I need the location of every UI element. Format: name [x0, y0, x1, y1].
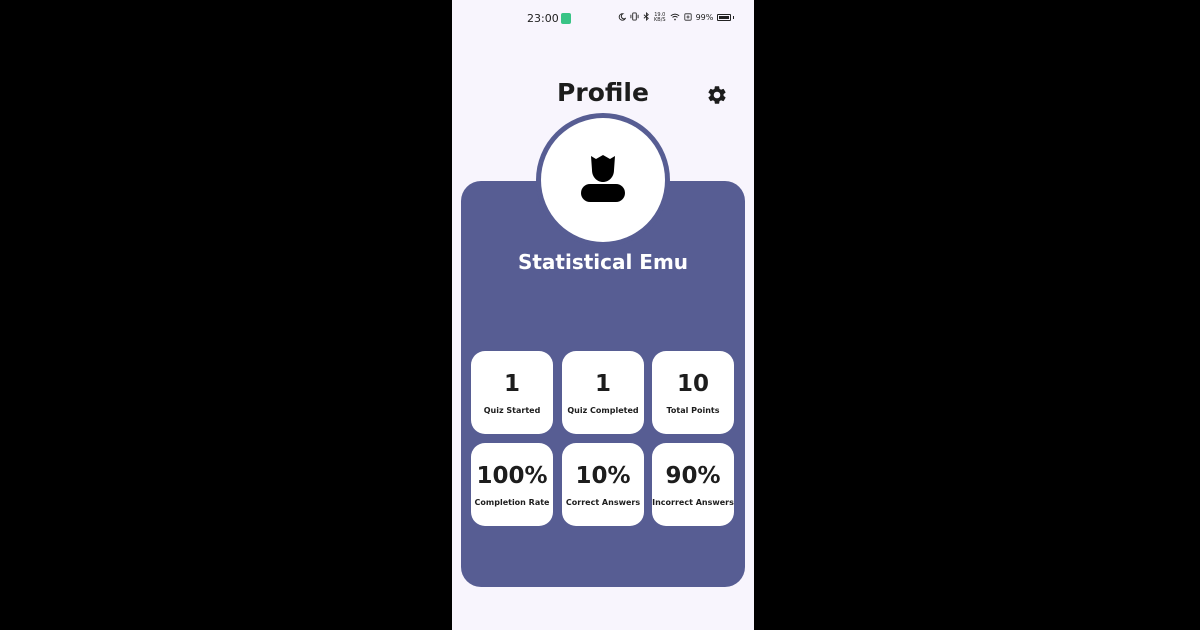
stat-value: 90% [665, 463, 721, 489]
battery-saver-icon [683, 12, 692, 23]
bluetooth-icon [643, 11, 650, 23]
vibrate-icon [630, 12, 639, 23]
stat-tile-incorrect-answers: 90% Incorrect Answers [652, 443, 734, 526]
stat-tile-total-points: 10 Total Points [652, 351, 734, 434]
network-speed: 19.0 KB/S [654, 12, 666, 23]
stat-tile-correct-answers: 10% Correct Answers [562, 443, 644, 526]
stat-label: Quiz Completed [567, 406, 639, 415]
stat-label: Incorrect Answers [652, 498, 734, 507]
status-icons: 19.0 KB/S 99% [618, 11, 735, 23]
stat-value: 1 [594, 371, 611, 397]
stat-value: 10 [676, 371, 709, 397]
stat-label: Total Points [666, 406, 720, 415]
stat-value: 100% [476, 463, 548, 489]
stat-tile-completion-rate: 100% Completion Rate [471, 443, 553, 526]
moon-icon [618, 12, 627, 23]
app-notification-icon [561, 13, 571, 24]
stat-tile-quiz-completed: 1 Quiz Completed [562, 351, 644, 434]
user-icon [581, 155, 625, 202]
status-time: 23:00 [527, 12, 559, 25]
status-bar: 23:00 19.0 KB/S 99% [452, 0, 754, 38]
stat-label: Correct Answers [565, 498, 641, 507]
battery-icon [717, 14, 735, 21]
phone-screen: 23:00 19.0 KB/S 99% Profile Statistical … [452, 0, 754, 630]
stat-value: 10% [575, 463, 631, 489]
wifi-icon [670, 13, 680, 23]
user-name: Statistical Emu [517, 250, 689, 274]
avatar[interactable] [541, 118, 665, 242]
stat-label: Quiz Started [483, 406, 541, 415]
gear-icon [708, 86, 726, 104]
stat-tile-quiz-started: 1 Quiz Started [471, 351, 553, 434]
network-speed-unit: KB/S [654, 16, 666, 23]
stat-value: 1 [503, 371, 520, 397]
settings-button[interactable] [706, 84, 728, 106]
stat-label: Completion Rate [474, 498, 550, 507]
battery-percent: 99% [695, 13, 714, 22]
